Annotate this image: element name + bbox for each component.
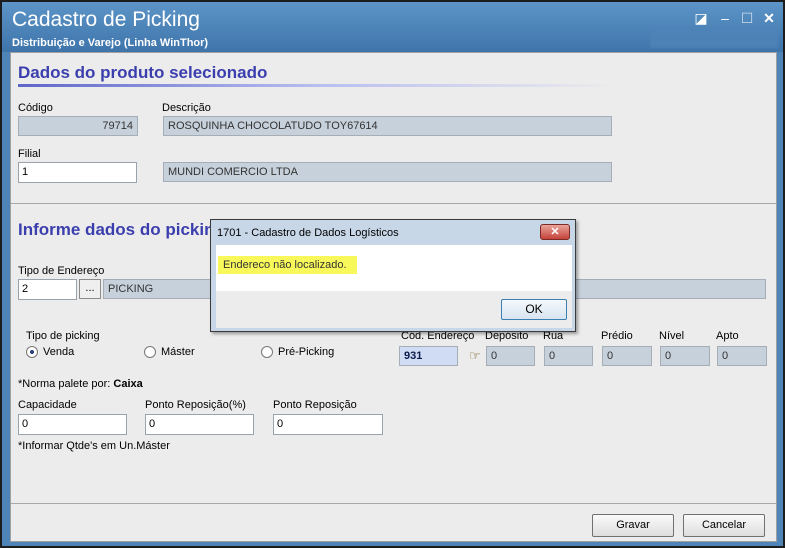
- predio-field: 0: [602, 346, 652, 366]
- radio-unselected-icon: [261, 346, 273, 358]
- rua-field: 0: [544, 346, 593, 366]
- message-dialog: 1701 - Cadastro de Dados Logísticos ✕ En…: [210, 219, 576, 332]
- radio-prepicking[interactable]: Pré-Picking: [261, 346, 334, 358]
- cod-endereco-field[interactable]: 931: [399, 346, 458, 366]
- ponto-rep-input[interactable]: 0: [273, 414, 383, 435]
- filial-nome-field: MUNDI COMERCIO LTDA: [163, 162, 612, 182]
- dialog-close-icon[interactable]: ✕: [540, 224, 570, 240]
- dialog-body: Endereco não localizado.: [216, 245, 572, 291]
- apto-field: 0: [717, 346, 767, 366]
- cancelar-button[interactable]: Cancelar: [683, 514, 765, 537]
- section-title-picking: Informe dados do picking: [18, 220, 225, 239]
- radio-prepicking-label: Pré-Picking: [278, 346, 335, 358]
- capacidade-input[interactable]: 0: [18, 414, 127, 435]
- radio-selected-icon: [26, 346, 38, 358]
- ponto-rep-pct-input[interactable]: 0: [145, 414, 254, 435]
- title-bar: Cadastro de Picking Distribuição e Varej…: [2, 2, 783, 52]
- pointer-hand-icon[interactable]: ☞: [469, 348, 481, 364]
- dialog-footer: OK: [216, 291, 572, 328]
- radio-master[interactable]: Máster: [144, 346, 195, 358]
- tipo-endereco-search-button[interactable]: ...: [79, 279, 101, 299]
- descricao-field: ROSQUINHA CHOCOLATUDO TOY67614: [163, 116, 612, 136]
- resize-icon[interactable]: ◪: [692, 10, 710, 26]
- divider: [11, 203, 776, 204]
- radio-master-label: Máster: [161, 346, 195, 358]
- ponto-rep-label: Ponto Reposição: [273, 399, 357, 411]
- radio-unselected-icon: [144, 346, 156, 358]
- norma-prefix: *Norma palete por:: [18, 378, 114, 390]
- ponto-rep-pct-label: Ponto Reposição(%): [145, 399, 246, 411]
- close-icon[interactable]: ✕: [760, 10, 778, 26]
- section-divider: [18, 84, 618, 87]
- window-subtitle: Distribuição e Varejo (Linha WinThor): [12, 37, 209, 49]
- apto-label: Apto: [716, 330, 739, 342]
- descricao-label: Descrição: [162, 102, 211, 114]
- window-title: Cadastro de Picking: [12, 8, 200, 31]
- nivel-label: Nível: [659, 330, 685, 342]
- tipo-picking-label: Tipo de picking: [26, 330, 100, 342]
- ok-button[interactable]: OK: [501, 299, 567, 320]
- norma-palete-text: *Norma palete por: Caixa: [18, 378, 143, 390]
- radio-venda-label: Venda: [43, 346, 75, 358]
- minimize-icon[interactable]: –: [716, 10, 734, 26]
- capacidade-label: Capacidade: [18, 399, 77, 411]
- maximize-icon[interactable]: ☐: [738, 10, 756, 26]
- predio-label: Prédio: [601, 330, 633, 342]
- deposito-field: 0: [486, 346, 535, 366]
- blurred-area: [650, 30, 778, 48]
- filial-input[interactable]: 1: [18, 162, 137, 183]
- norma-value: Caixa: [113, 378, 143, 390]
- section-title-produto: Dados do produto selecionado: [18, 63, 268, 82]
- tipo-endereco-label: Tipo de Endereço: [18, 265, 105, 277]
- filial-label: Filial: [18, 148, 41, 160]
- radio-venda[interactable]: Venda: [26, 346, 74, 358]
- codigo-field: 79714: [18, 116, 138, 136]
- footer-divider: [11, 503, 776, 504]
- gravar-button[interactable]: Gravar: [592, 514, 674, 537]
- tipo-endereco-input[interactable]: 2: [18, 279, 77, 300]
- nivel-field: 0: [660, 346, 710, 366]
- nota-text: *Informar Qtde's em Un.Máster: [18, 440, 170, 452]
- codigo-label: Código: [18, 102, 53, 114]
- dialog-title: 1701 - Cadastro de Dados Logísticos: [217, 227, 399, 239]
- dialog-message: Endereco não localizado.: [218, 256, 357, 274]
